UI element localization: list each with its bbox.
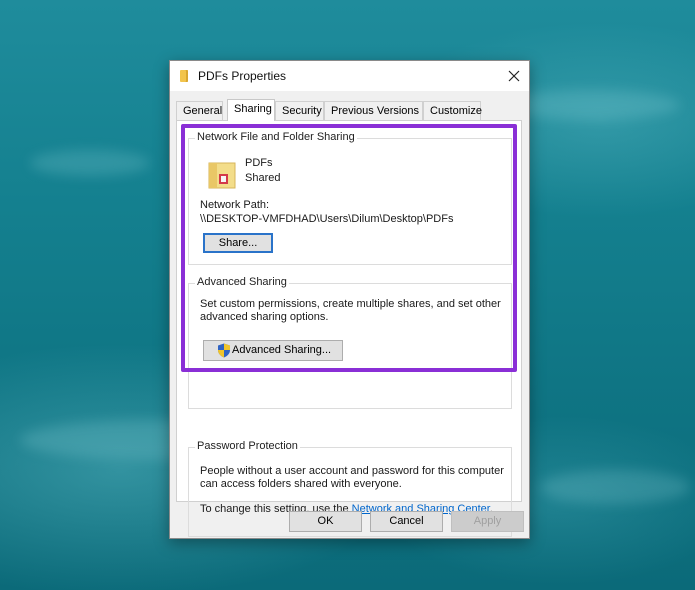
close-button[interactable] [499,61,529,91]
tab-sharing[interactable]: Sharing [227,99,275,121]
tab-customize[interactable]: Customize [423,101,482,120]
close-icon [508,70,520,82]
title-bar[interactable]: PDFs Properties [170,61,529,91]
tab-general[interactable]: General [176,101,223,120]
ok-button[interactable]: OK [289,511,362,532]
window-title: PDFs Properties [198,69,287,83]
tab-security[interactable]: Security [275,101,324,120]
tab-previous-versions[interactable]: Previous Versions [324,101,423,120]
highlight-annotation [181,124,517,372]
password-protection-text-1: People without a user account and passwo… [200,465,504,477]
folder-icon [180,70,188,82]
password-protection-legend: Password Protection [195,440,300,452]
cancel-button[interactable]: Cancel [370,511,443,532]
password-protection-text-2: can access folders shared with everyone. [200,478,402,490]
apply-button[interactable]: Apply [451,511,524,532]
